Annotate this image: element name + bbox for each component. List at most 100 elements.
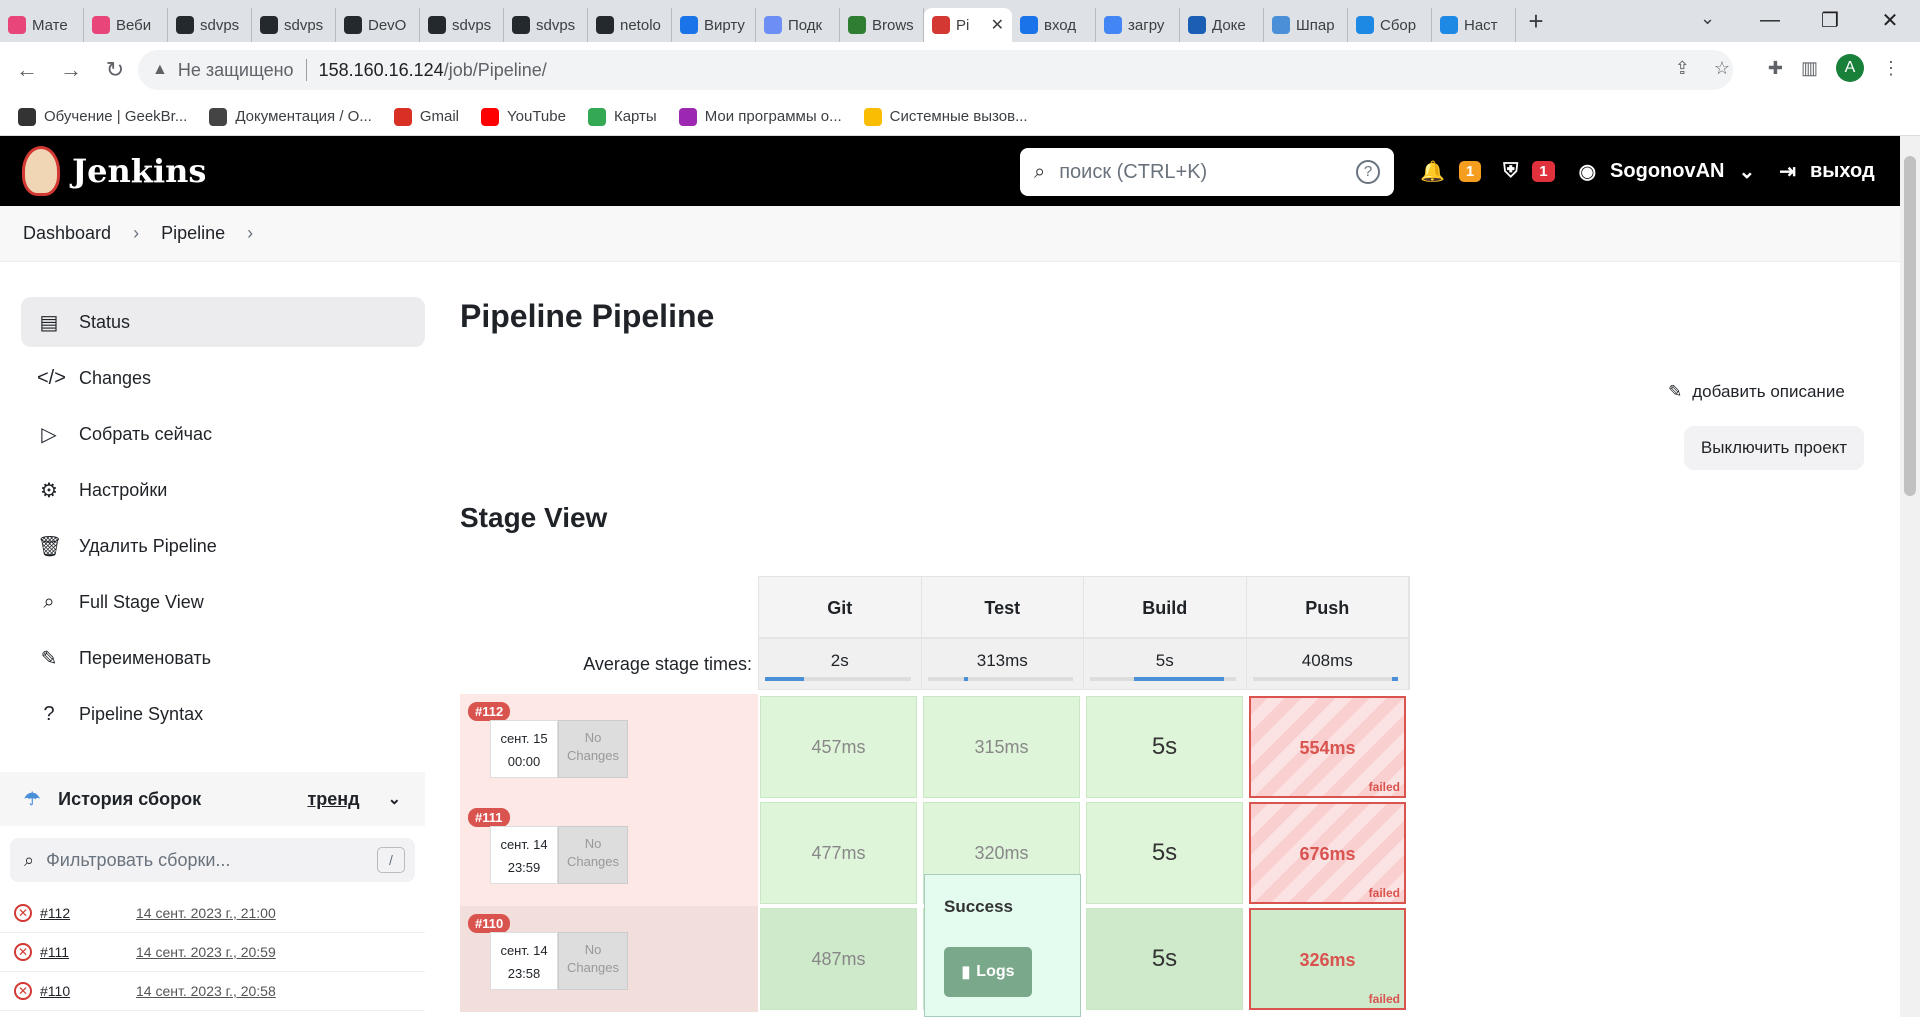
browser-tab[interactable]: sdvps bbox=[252, 8, 336, 42]
browser-tab[interactable]: загру bbox=[1096, 8, 1180, 42]
build-history-row: ✕ #110 14 сент. 2023 г., 20:58 bbox=[0, 972, 425, 1011]
bookmark-star-icon[interactable]: ☆ bbox=[1714, 58, 1730, 79]
no-changes-box[interactable]: No Changes bbox=[558, 932, 628, 990]
sidebar-item-удалить-pipeline[interactable]: 🗑 Удалить Pipeline bbox=[21, 521, 425, 571]
search-input[interactable]: ⌕ поиск (CTRL+K) ? bbox=[1020, 148, 1394, 196]
browser-tab[interactable]: Сбор bbox=[1348, 8, 1432, 42]
forward-icon[interactable]: → bbox=[54, 57, 88, 83]
sidebar-item-собрать-сейчас[interactable]: ▷ Собрать сейчас bbox=[21, 409, 425, 459]
security-badge[interactable]: 1 bbox=[1532, 160, 1555, 182]
stage-duration: 5s bbox=[1151, 839, 1178, 866]
browser-tab[interactable]: Шпар bbox=[1264, 8, 1348, 42]
scrollbar-thumb[interactable] bbox=[1904, 156, 1916, 496]
browser-tab[interactable]: netolo bbox=[588, 8, 672, 42]
no-changes-box[interactable]: No Changes bbox=[558, 826, 628, 884]
logs-button[interactable]: ▮ Logs bbox=[944, 947, 1032, 997]
tab-label: вход bbox=[1044, 16, 1077, 34]
stage-cell[interactable]: 5s bbox=[1086, 802, 1243, 904]
close-window-icon[interactable]: ✕ bbox=[1860, 8, 1920, 33]
stage-cell[interactable]: 326ms failed bbox=[1249, 908, 1406, 1010]
build-number-link[interactable]: #111 bbox=[40, 944, 136, 960]
bell-icon[interactable]: 🔔 bbox=[1420, 159, 1445, 184]
logout-link[interactable]: выход bbox=[1810, 160, 1875, 183]
bookmark-item[interactable]: Обучение | GeekBr... bbox=[18, 107, 187, 126]
bookmark-item[interactable]: YouTube bbox=[481, 107, 566, 126]
no-changes-box[interactable]: No Changes bbox=[558, 720, 628, 778]
restore-icon[interactable]: ❐ bbox=[1800, 8, 1860, 33]
user-name[interactable]: SogonovAN bbox=[1610, 160, 1724, 183]
share-icon[interactable]: ⇪ bbox=[1675, 58, 1690, 79]
build-date-link[interactable]: 14 сент. 2023 г., 20:58 bbox=[136, 983, 276, 999]
breadcrumb-pipeline[interactable]: Pipeline bbox=[161, 223, 225, 244]
jenkins-logo[interactable]: Jenkins bbox=[22, 146, 206, 196]
stage-cell[interactable]: 5s bbox=[1086, 696, 1243, 798]
avg-time-cell: 2s bbox=[759, 639, 922, 689]
bookmark-item[interactable]: Документация / О... bbox=[209, 107, 372, 126]
browser-tab[interactable]: sdvps bbox=[504, 8, 588, 42]
side-panel-icon[interactable]: ▥ bbox=[1801, 58, 1818, 79]
browser-tab[interactable]: Подк bbox=[756, 8, 840, 42]
new-tab-icon[interactable]: + bbox=[1516, 6, 1556, 37]
build-number-badge[interactable]: #110 bbox=[468, 914, 511, 933]
browser-tab[interactable]: DevO bbox=[336, 8, 420, 42]
browser-tab[interactable]: sdvps bbox=[420, 8, 504, 42]
sidebar-item-full-stage-view[interactable]: ⌕ Full Stage View bbox=[21, 577, 425, 627]
stage-header: Git bbox=[759, 577, 922, 637]
profile-avatar[interactable]: A bbox=[1836, 54, 1864, 82]
browser-tab[interactable]: sdvps bbox=[168, 8, 252, 42]
tab-search-icon[interactable]: ⌄ bbox=[1700, 8, 1715, 29]
menu-icon[interactable]: ⋮ bbox=[1882, 58, 1900, 79]
build-number-badge[interactable]: #111 bbox=[468, 808, 510, 827]
notification-badge[interactable]: 1 bbox=[1458, 160, 1482, 182]
browser-tab[interactable]: Brows bbox=[840, 8, 924, 42]
stage-cell[interactable]: 457ms bbox=[760, 696, 917, 798]
browser-tab[interactable]: Доке bbox=[1180, 8, 1264, 42]
sidebar-item-pipeline-syntax[interactable]: ? Pipeline Syntax bbox=[21, 689, 425, 739]
chevron-right-icon[interactable]: › bbox=[247, 223, 253, 244]
help-icon[interactable]: ? bbox=[1356, 160, 1380, 184]
browser-tab[interactable]: вход bbox=[1012, 8, 1096, 42]
sidebar-item-changes[interactable]: </> Changes bbox=[21, 353, 425, 403]
url-field[interactable]: ▲ Не защищено 158.160.16.124 /job/Pipeli… bbox=[138, 50, 1733, 90]
disable-project-button[interactable]: Выключить проект bbox=[1684, 426, 1864, 470]
extensions-icon[interactable]: ✚ bbox=[1768, 58, 1783, 79]
chevron-down-icon[interactable]: ⌄ bbox=[388, 789, 401, 809]
stage-cell[interactable]: 477ms bbox=[760, 802, 917, 904]
stage-cell[interactable]: 5s bbox=[1086, 908, 1243, 1010]
sidebar-item-переименовать[interactable]: ✎ Переименовать bbox=[21, 633, 425, 683]
stage-cell[interactable]: 676ms failed bbox=[1249, 802, 1406, 904]
build-date-link[interactable]: 14 сент. 2023 г., 20:59 bbox=[136, 944, 276, 960]
bookmark-item[interactable]: Карты bbox=[587, 107, 657, 126]
close-icon[interactable]: ✕ bbox=[991, 15, 1004, 35]
bookmark-item[interactable]: Мои программы о... bbox=[678, 107, 842, 126]
breadcrumb-dashboard[interactable]: Dashboard bbox=[23, 223, 111, 244]
minimize-icon[interactable]: — bbox=[1740, 9, 1800, 32]
sidebar-item-status[interactable]: ▤ Status bbox=[21, 297, 425, 347]
bookmark-item[interactable]: Системные вызов... bbox=[863, 107, 1028, 126]
build-number-link[interactable]: #112 bbox=[40, 905, 136, 921]
browser-tab[interactable]: Наст bbox=[1432, 8, 1516, 42]
logout-icon[interactable]: ⇥ bbox=[1779, 159, 1796, 184]
build-date-day: сент. 15 bbox=[500, 731, 548, 746]
stage-cell[interactable]: 487ms bbox=[760, 908, 917, 1010]
bookmark-item[interactable]: Gmail bbox=[393, 107, 459, 126]
build-filter-input[interactable]: ⌕ Фильтровать сборки... / bbox=[10, 838, 415, 882]
build-date-link[interactable]: 14 сент. 2023 г., 21:00 bbox=[136, 905, 276, 921]
stage-cell[interactable]: 315ms bbox=[923, 696, 1080, 798]
stage-cell[interactable]: 554ms failed bbox=[1249, 696, 1406, 798]
browser-tab[interactable]: Мате bbox=[0, 8, 84, 42]
browser-tab[interactable]: Pi ✕ bbox=[924, 8, 1012, 42]
sidebar-item-настройки[interactable]: ⚙ Настройки bbox=[21, 465, 425, 515]
shield-icon[interactable]: ⛨ bbox=[1503, 160, 1518, 183]
build-number-badge[interactable]: #112 bbox=[468, 702, 511, 721]
back-icon[interactable]: ← bbox=[10, 57, 44, 83]
chevron-down-icon[interactable]: ⌄ bbox=[1738, 159, 1755, 184]
build-number-link[interactable]: #110 bbox=[40, 983, 136, 999]
reload-icon[interactable]: ↻ bbox=[98, 57, 132, 83]
trend-link[interactable]: тренд bbox=[307, 789, 359, 810]
browser-tab[interactable]: Вирту bbox=[672, 8, 756, 42]
stage-duration: 5s bbox=[1151, 733, 1178, 760]
page-scrollbar[interactable] bbox=[1900, 136, 1920, 1017]
add-description-link[interactable]: ✎ добавить описание bbox=[1668, 382, 1845, 402]
browser-tab[interactable]: Веби bbox=[84, 8, 168, 42]
